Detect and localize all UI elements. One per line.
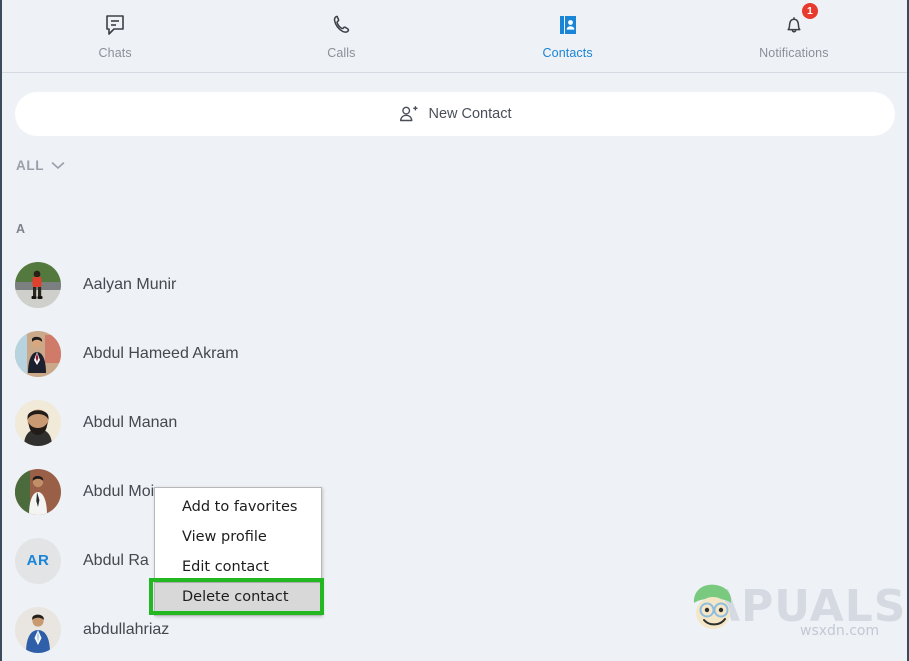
contact-name: Abdul Moiz bbox=[83, 482, 163, 500]
person-add-icon bbox=[398, 104, 419, 125]
contact-row-abdul-moiz[interactable]: Abdul Moiz bbox=[2, 457, 907, 526]
chat-bubble-icon bbox=[102, 10, 128, 40]
nav-tab-contacts-label: Contacts bbox=[542, 46, 593, 60]
chevron-down-icon bbox=[51, 161, 65, 170]
contact-row-abdul-hameed-akram[interactable]: Abdul Hameed Akram bbox=[2, 319, 907, 388]
context-menu-item-view-profile[interactable]: View profile bbox=[155, 522, 321, 552]
contact-row-abdul-manan[interactable]: Abdul Manan bbox=[2, 388, 907, 457]
avatar bbox=[15, 261, 61, 308]
context-menu-item-delete-contact[interactable]: Delete contact bbox=[155, 582, 321, 612]
contact-name: Abdul Ra bbox=[83, 551, 149, 569]
context-menu-item-add-to-favorites[interactable]: Add to favorites bbox=[155, 492, 321, 522]
bell-icon: 1 bbox=[781, 3, 818, 40]
nav-tab-calls-label: Calls bbox=[327, 46, 356, 60]
nav-tab-notifications-label: Notifications bbox=[759, 46, 829, 60]
all-filter-label: ALL bbox=[16, 158, 45, 173]
nav-tab-notifications[interactable]: 1 Notifications bbox=[681, 0, 907, 72]
avatar bbox=[15, 606, 61, 653]
contact-name: Abdul Manan bbox=[83, 413, 178, 431]
context-menu-item-edit-contact[interactable]: Edit contact bbox=[155, 552, 321, 582]
new-contact-button[interactable]: New Contact bbox=[15, 92, 895, 136]
contact-name: Aalyan Munir bbox=[83, 275, 177, 293]
avatar bbox=[15, 330, 61, 377]
contact-name: Abdul Hameed Akram bbox=[83, 344, 239, 362]
nav-tab-chats[interactable]: Chats bbox=[2, 0, 228, 72]
contact-row-abdul-ra[interactable]: AR Abdul Ra bbox=[2, 526, 907, 595]
nav-tab-calls[interactable]: Calls bbox=[228, 0, 454, 72]
avatar bbox=[15, 468, 61, 515]
contact-row-aalyan-munir[interactable]: Aalyan Munir bbox=[2, 250, 907, 319]
phone-icon bbox=[328, 10, 354, 40]
contact-list: Aalyan Munir Abdul Hameed Akram Abdul Ma… bbox=[2, 250, 907, 661]
top-navigation-bar: Chats Calls Contacts 1 Notifications bbox=[2, 0, 907, 73]
address-book-icon bbox=[555, 10, 581, 40]
avatar-initials: AR bbox=[15, 537, 61, 584]
section-header-a: A bbox=[16, 222, 26, 236]
app-window: Chats Calls Contacts 1 Notifications New… bbox=[0, 0, 909, 661]
avatar bbox=[15, 399, 61, 446]
nav-tab-chats-label: Chats bbox=[98, 46, 132, 60]
contact-name: abdullahriaz bbox=[83, 620, 170, 638]
contact-row-abdullahriaz[interactable]: abdullahriaz bbox=[2, 595, 907, 661]
nav-tab-contacts[interactable]: Contacts bbox=[455, 0, 681, 72]
notifications-badge: 1 bbox=[801, 3, 818, 19]
contact-context-menu: Add to favorites View profile Edit conta… bbox=[154, 487, 322, 616]
all-filter-dropdown[interactable]: ALL bbox=[16, 158, 65, 173]
new-contact-label: New Contact bbox=[428, 106, 512, 122]
